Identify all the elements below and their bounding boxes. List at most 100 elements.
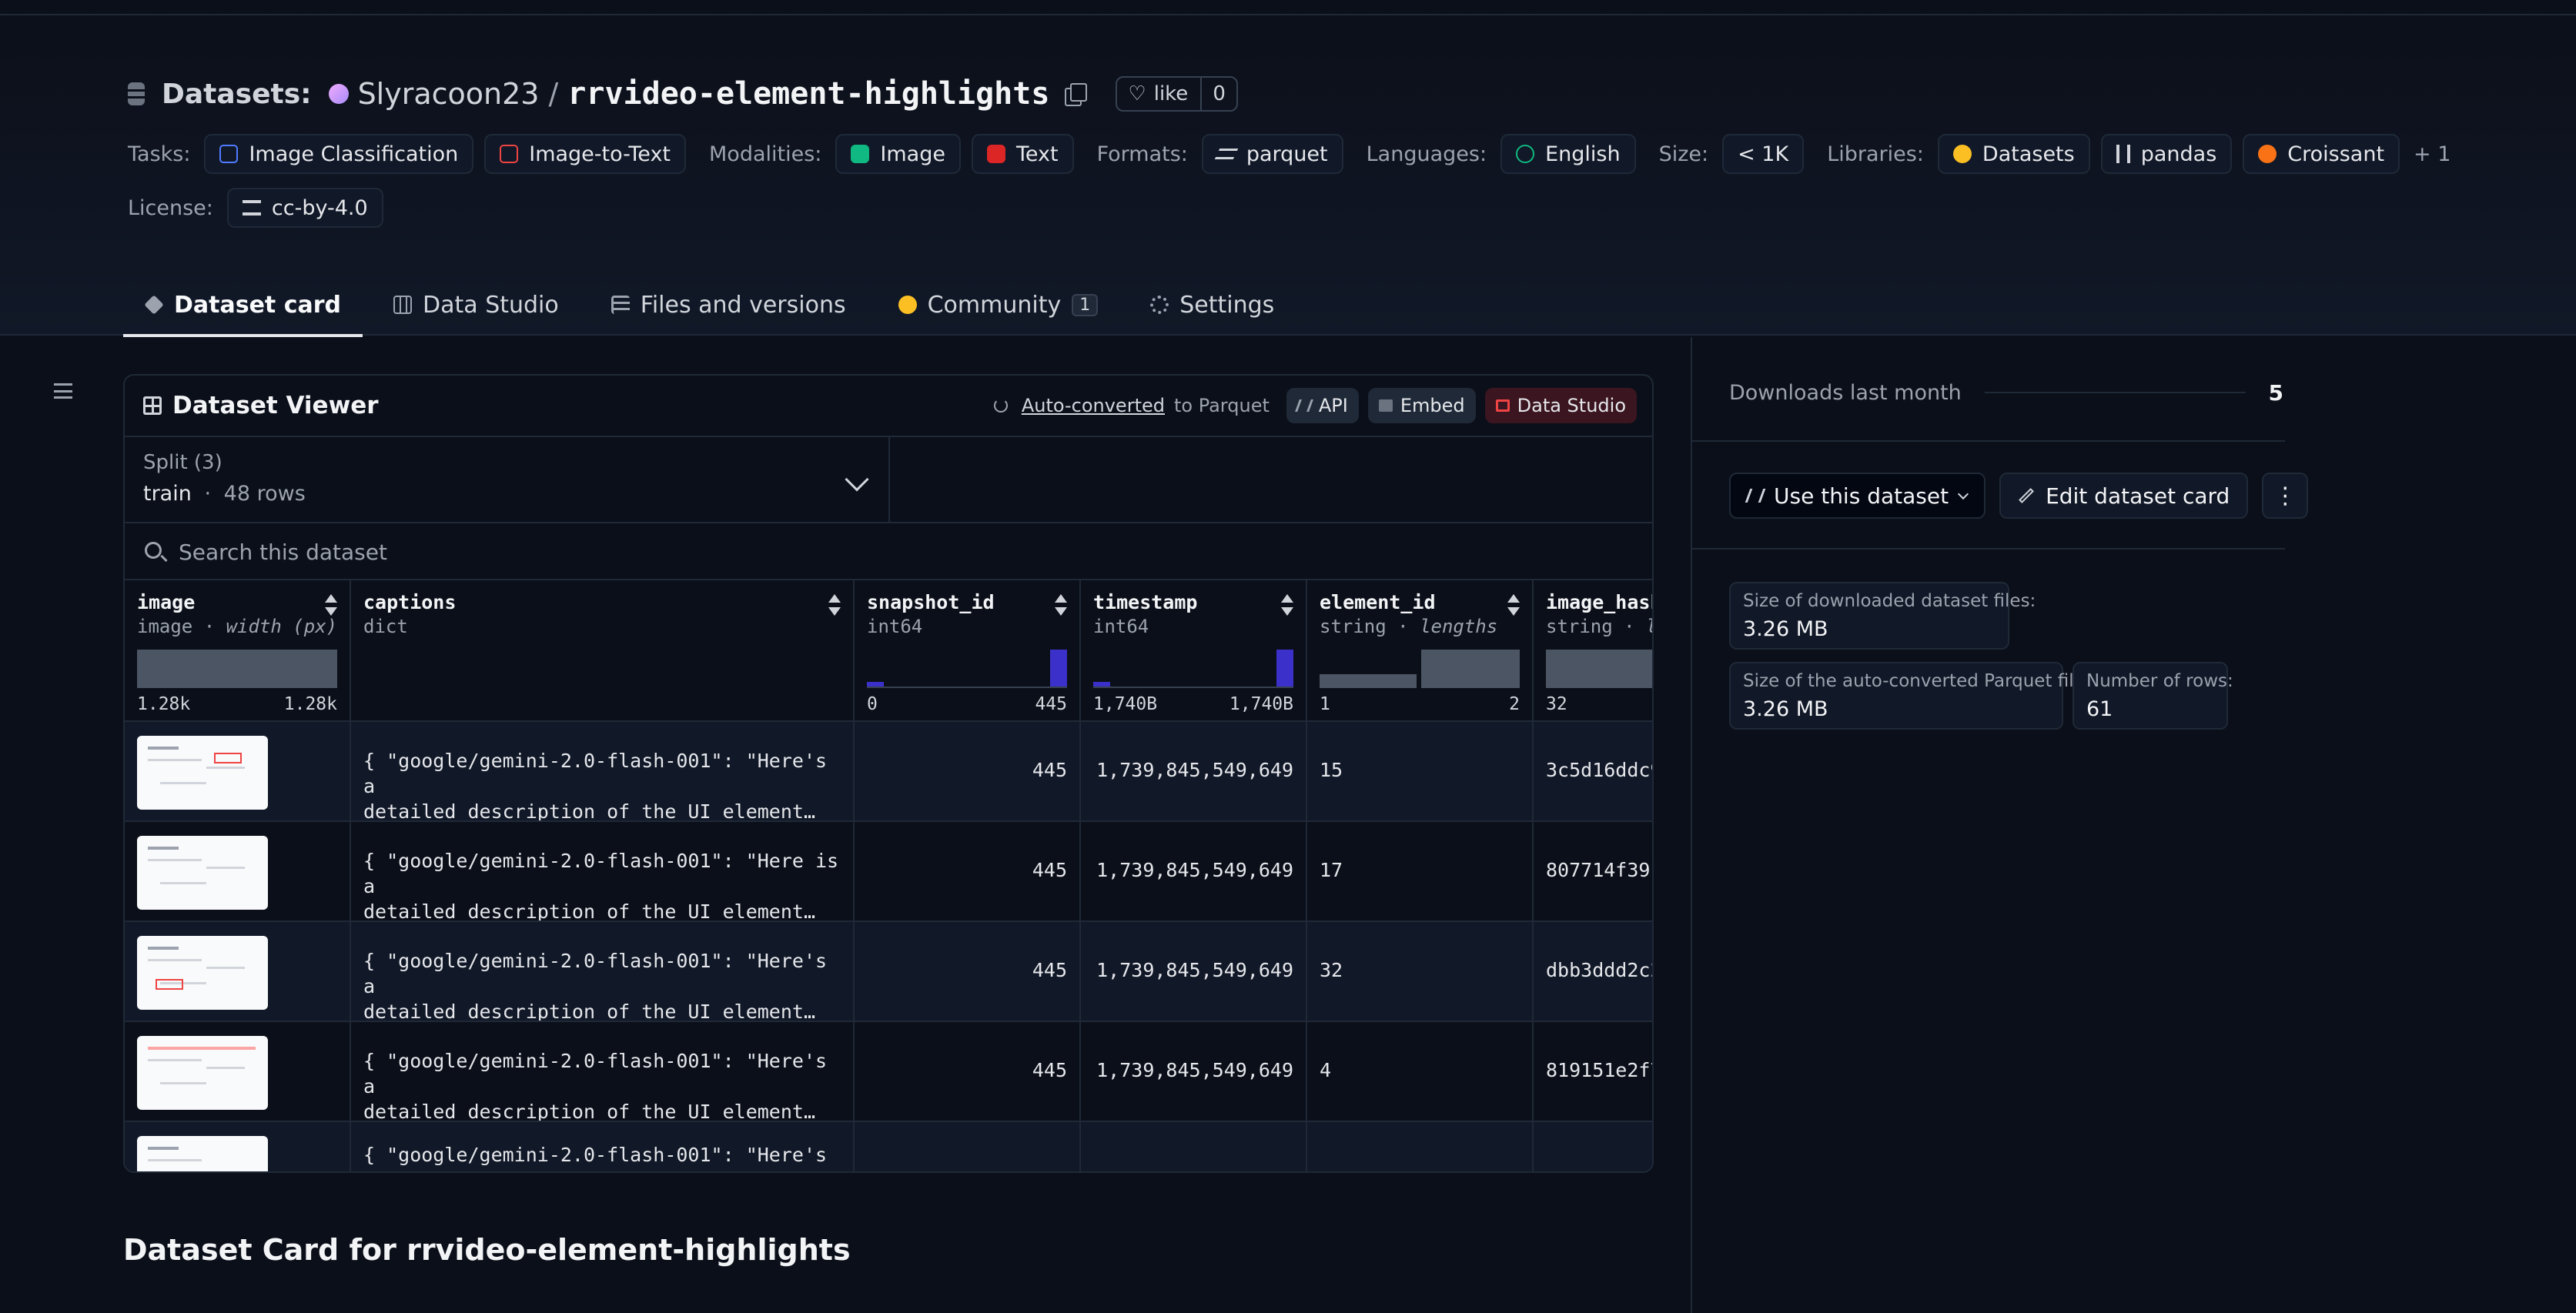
- histogram-bar[interactable]: [1276, 650, 1293, 688]
- search-input[interactable]: [179, 533, 871, 571]
- histogram-bar[interactable]: [1421, 650, 1520, 688]
- tab-data-studio[interactable]: Data Studio: [372, 274, 580, 336]
- snapshot-id-cell[interactable]: 445: [855, 1022, 1081, 1122]
- copy-icon[interactable]: [1065, 83, 1088, 106]
- image-hash-cell[interactable]: 807714f391: [1534, 822, 1652, 922]
- element-id-cell[interactable]: 4: [1307, 1022, 1534, 1122]
- image-thumbnail[interactable]: [137, 836, 268, 910]
- snapshot-id-cell[interactable]: [855, 1122, 1081, 1171]
- tag-size[interactable]: < 1K: [1722, 134, 1805, 174]
- captions-cell[interactable]: { "google/gemini-2.0-flash-001": "Here's…: [351, 922, 855, 1023]
- chevron-down-icon[interactable]: [845, 467, 869, 492]
- image-thumbnail[interactable]: [137, 936, 268, 1010]
- timestamp-cell[interactable]: 1,739,845,549,649: [1081, 922, 1307, 1022]
- element-id-cell[interactable]: 32: [1307, 922, 1534, 1022]
- image-thumbnail[interactable]: [137, 1136, 268, 1171]
- cube-icon: [144, 295, 164, 315]
- element-id-cell[interactable]: [1307, 1122, 1534, 1171]
- column-header-timestamp[interactable]: timestamp int64 1,740B 1,740B: [1081, 580, 1307, 720]
- image-cell[interactable]: [125, 1122, 351, 1171]
- tag-parquet[interactable]: parquet: [1201, 134, 1343, 174]
- histogram-bar[interactable]: [1050, 650, 1067, 688]
- column-header-element-id[interactable]: element_id string · lengths 1 2: [1307, 580, 1534, 720]
- tag-pandas[interactable]: pandas: [2100, 134, 2233, 174]
- like-count[interactable]: 0: [1202, 82, 1236, 105]
- tab-settings[interactable]: Settings: [1129, 274, 1296, 336]
- tag-english[interactable]: English: [1500, 134, 1636, 174]
- type-name: string: [1546, 616, 1613, 637]
- image-hash-cell[interactable]: [1534, 1122, 1652, 1171]
- tag-image[interactable]: Image: [835, 134, 961, 174]
- tab-dataset-card[interactable]: Dataset card: [123, 274, 363, 337]
- image-cell[interactable]: [125, 1022, 351, 1122]
- image-cell[interactable]: [125, 722, 351, 822]
- sort-icon[interactable]: [1507, 594, 1520, 616]
- tag-datasets[interactable]: Datasets: [1937, 134, 2090, 174]
- captions-cell[interactable]: { "google/gemini-2.0-flash-001": "Here's…: [351, 722, 855, 823]
- hamburger-menu-icon[interactable]: [54, 383, 72, 399]
- license-label: License:: [128, 195, 213, 220]
- column-header-image[interactable]: image image · width (px) 1.28k 1.28k: [125, 580, 351, 720]
- data-studio-button[interactable]: Data Studio: [1484, 388, 1637, 423]
- auto-converted-link[interactable]: Auto-converted: [1022, 395, 1165, 416]
- column-header-image-hash[interactable]: image_hash string · le 32: [1534, 580, 1652, 720]
- caption-text: { "google/gemini-2.0-flash-001": "Here's…: [363, 1144, 828, 1171]
- image-thumbnail[interactable]: [137, 736, 268, 810]
- histogram-bar[interactable]: [1320, 674, 1417, 688]
- image-cell[interactable]: [125, 922, 351, 1022]
- image-hash-cell[interactable]: 3c5d16ddc9: [1534, 722, 1652, 822]
- timestamp-cell[interactable]: [1081, 1122, 1307, 1171]
- use-this-dataset-button[interactable]: Use this dataset: [1729, 473, 1986, 519]
- api-button[interactable]: API: [1286, 388, 1359, 423]
- histogram-bar[interactable]: [137, 650, 337, 688]
- owner-link[interactable]: Slyracoon23: [358, 77, 540, 111]
- dataset-actions: Use this dataset Edit dataset card ⋮: [1729, 473, 2309, 519]
- snapshot-id-cell[interactable]: 445: [855, 822, 1081, 922]
- timestamp-cell[interactable]: 1,739,845,549,649: [1081, 822, 1307, 922]
- edit-dataset-card-button[interactable]: Edit dataset card: [1999, 473, 2249, 519]
- more-options-button[interactable]: ⋮: [2262, 473, 2309, 519]
- more-libraries-button[interactable]: + 1: [2414, 142, 2451, 166]
- tag-image-classification[interactable]: Image Classification: [204, 134, 474, 174]
- repo-name[interactable]: rrvideo-element-highlights: [567, 76, 1049, 112]
- table-row[interactable]: { "google/gemini-2.0-flash-001": "Here's…: [125, 920, 1652, 1023]
- column-header-captions[interactable]: captions dict: [351, 580, 855, 720]
- image-hash-cell[interactable]: dbb3ddd2c2: [1534, 922, 1652, 1022]
- like-button[interactable]: ♡ like 0: [1116, 76, 1238, 112]
- histogram: [867, 650, 1067, 688]
- tag-text[interactable]: Text: [971, 134, 1074, 174]
- like-toggle[interactable]: ♡ like: [1117, 78, 1203, 110]
- image-thumbnail[interactable]: [137, 1036, 268, 1110]
- timestamp-cell[interactable]: 1,739,845,549,649: [1081, 722, 1307, 822]
- timestamp-cell[interactable]: 1,739,845,549,649: [1081, 1022, 1307, 1122]
- table-row[interactable]: { "google/gemini-2.0-flash-001": "Here's…: [125, 720, 1652, 823]
- embed-button[interactable]: Embed: [1367, 388, 1476, 423]
- tab-community[interactable]: Community 1: [877, 274, 1120, 336]
- table-row[interactable]: { "google/gemini-2.0-flash-001": "Here's…: [125, 1021, 1652, 1123]
- tab-files-and-versions[interactable]: Files and versions: [590, 274, 868, 336]
- captions-cell[interactable]: { "google/gemini-2.0-flash-001": "Here's…: [351, 1022, 855, 1123]
- table-row[interactable]: { "google/gemini-2.0-flash-001": "Here's…: [125, 1121, 1652, 1171]
- tag-image-to-text[interactable]: Image-to-Text: [484, 134, 687, 174]
- histogram: [1546, 650, 1652, 688]
- image-cell[interactable]: [125, 822, 351, 922]
- captions-cell[interactable]: { "google/gemini-2.0-flash-001": "Here's…: [351, 1122, 855, 1171]
- snapshot-id-cell[interactable]: 445: [855, 922, 1081, 1022]
- snapshot-id-cell[interactable]: 445: [855, 722, 1081, 822]
- sort-icon[interactable]: [1281, 594, 1293, 616]
- datasets-link[interactable]: Datasets:: [162, 79, 312, 110]
- element-id-cell[interactable]: 15: [1307, 722, 1534, 822]
- split-selector[interactable]: Split (3) train · 48 rows: [125, 437, 890, 523]
- column-header-snapshot-id[interactable]: snapshot_id int64 0 445: [855, 580, 1081, 720]
- element-id-cell[interactable]: 17: [1307, 822, 1534, 922]
- sort-icon[interactable]: [828, 594, 841, 616]
- tag-croissant[interactable]: Croissant: [2243, 134, 2400, 174]
- table-row[interactable]: { "google/gemini-2.0-flash-001": "Here i…: [125, 820, 1652, 923]
- histogram-bar[interactable]: [1546, 650, 1652, 688]
- tag-license[interactable]: cc-by-4.0: [226, 188, 383, 228]
- sort-icon[interactable]: [325, 594, 337, 616]
- captions-cell[interactable]: { "google/gemini-2.0-flash-001": "Here i…: [351, 822, 855, 923]
- sort-icon[interactable]: [1055, 594, 1067, 616]
- owner-avatar[interactable]: [328, 84, 349, 104]
- image-hash-cell[interactable]: 819151e2f7: [1534, 1022, 1652, 1122]
